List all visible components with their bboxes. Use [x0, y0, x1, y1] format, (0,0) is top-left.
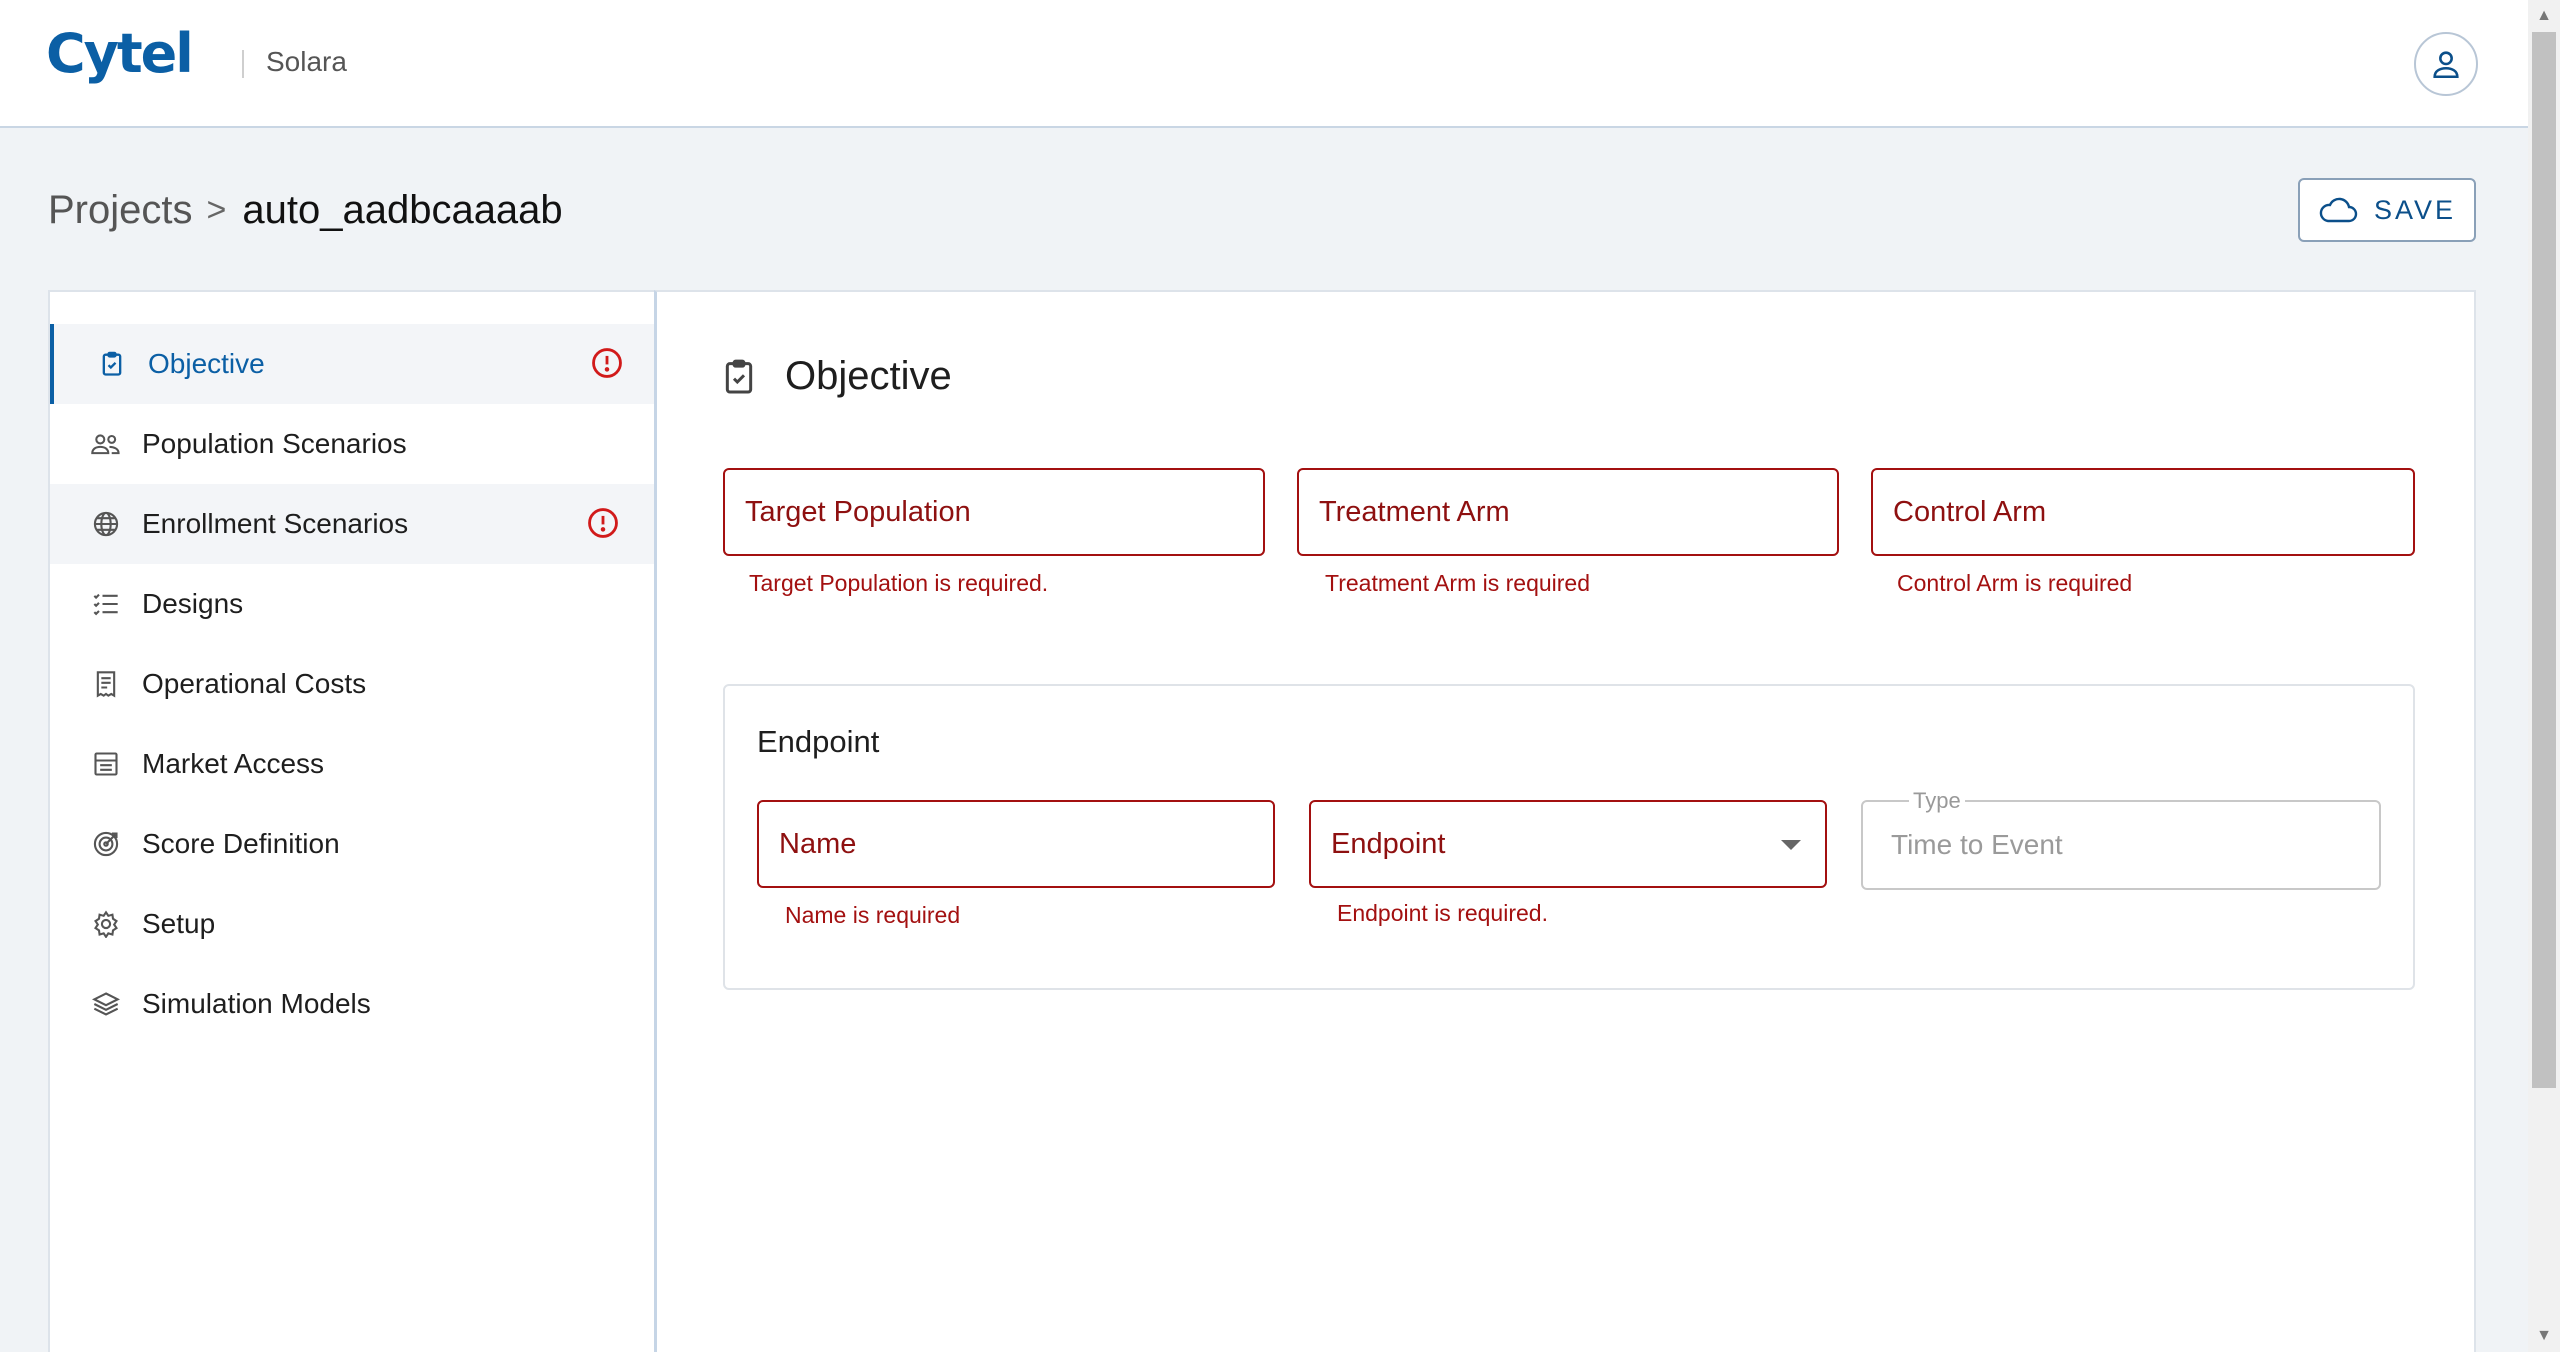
sidebar-item-designs[interactable]: Designs: [50, 564, 654, 644]
sidebar-item-score-definition[interactable]: Score Definition: [50, 804, 654, 884]
page-title-text: Objective: [785, 354, 952, 398]
sidebar-item-market-access[interactable]: Market Access: [50, 724, 654, 804]
sidebar-item-objective[interactable]: Objective: [50, 324, 654, 404]
target-population-placeholder: Target Population: [745, 495, 971, 528]
sidebar-item-label: Objective: [148, 348, 265, 379]
sidebar-nav: Objective Population Scenarios Enrollmen…: [50, 324, 654, 1044]
sidebar-item-setup[interactable]: Setup: [50, 884, 654, 964]
clipboard-check-icon: [94, 346, 130, 382]
sidebar-item-label: Simulation Models: [142, 988, 371, 1019]
breadcrumb-current-project: auto_aadbcaaaab: [242, 188, 563, 232]
error-alert-icon: [586, 506, 622, 542]
endpoint-card: Endpoint Name Name is required Endpoint …: [723, 684, 2415, 990]
globe-icon: [88, 506, 124, 542]
clipboard-check-icon: [725, 359, 753, 393]
endpoint-name-error: Name is required: [785, 902, 961, 928]
sidebar: Objective Population Scenarios Enrollmen…: [48, 290, 656, 1352]
layers-icon: [88, 986, 124, 1022]
dropdown-arrow-icon: [1781, 840, 1801, 850]
control-arm-error: Control Arm is required: [1897, 570, 2133, 596]
endpoint-select-placeholder: Endpoint: [1331, 827, 1446, 860]
control-arm-placeholder: Control Arm: [1893, 495, 2047, 528]
target-population-input[interactable]: Target Population: [723, 468, 1265, 556]
sidebar-item-simulation-models[interactable]: Simulation Models: [50, 964, 654, 1044]
breadcrumb-projects-link[interactable]: Projects: [48, 188, 193, 233]
top-bar: Cytel Solara: [0, 0, 2528, 128]
endpoint-select[interactable]: Endpoint: [1309, 800, 1827, 888]
users-icon: [88, 426, 124, 462]
page-scrollbar[interactable]: ▲ ▼: [2528, 0, 2560, 1352]
user-icon: [2433, 51, 2459, 79]
endpoint-heading: Endpoint: [757, 724, 880, 759]
target-icon: [88, 826, 124, 862]
save-button[interactable]: SAVE: [2298, 178, 2476, 242]
sidebar-item-label: Score Definition: [142, 828, 340, 859]
treatment-arm-placeholder: Treatment Arm: [1319, 495, 1510, 528]
cytel-logo[interactable]: Cytel: [46, 22, 194, 85]
sidebar-item-label: Setup: [142, 908, 216, 939]
gear-icon: [88, 906, 124, 942]
treatment-arm-input[interactable]: Treatment Arm: [1297, 468, 1839, 556]
app-name: Solara: [266, 46, 347, 77]
chevron-right-icon: >: [206, 191, 227, 229]
user-avatar-button[interactable]: [2414, 32, 2478, 96]
sidebar-item-operational-costs[interactable]: Operational Costs: [50, 644, 654, 724]
breadcrumb: Projects > auto_aadbcaaaab: [48, 188, 563, 233]
main-content: Objective Target Population Target Popul…: [654, 290, 2476, 1352]
save-button-label: SAVE: [2373, 194, 2457, 225]
treatment-arm-error: Treatment Arm is required: [1325, 570, 1591, 596]
endpoint-type-value: Time to Event: [1891, 829, 2063, 860]
endpoint-select-error: Endpoint is required.: [1337, 900, 1548, 926]
error-alert-icon: [590, 346, 626, 382]
endpoint-type-label: Type: [1909, 788, 1965, 814]
receipt-icon: [88, 666, 124, 702]
page-title: Objective: [719, 354, 952, 399]
cloud-icon: [2319, 197, 2358, 223]
sidebar-item-label: Population Scenarios: [142, 428, 407, 459]
control-arm-input[interactable]: Control Arm: [1871, 468, 2415, 556]
checklist-icon: [88, 586, 124, 622]
sidebar-item-label: Enrollment Scenarios: [142, 508, 409, 539]
endpoint-name-placeholder: Name: [779, 827, 857, 860]
scroll-up-arrow-icon[interactable]: ▲: [2528, 0, 2560, 32]
endpoint-type-field: Type Time to Event: [1861, 788, 2381, 890]
scroll-thumb[interactable]: [2532, 32, 2556, 1088]
sidebar-item-population-scenarios[interactable]: Population Scenarios: [50, 404, 654, 484]
scroll-down-arrow-icon[interactable]: ▼: [2528, 1320, 2560, 1352]
header-divider: [242, 50, 244, 78]
sidebar-item-label: Designs: [142, 588, 244, 619]
sidebar-item-label: Operational Costs: [142, 668, 367, 699]
target-population-error: Target Population is required.: [749, 570, 1049, 596]
storefront-icon: [88, 746, 124, 782]
sidebar-item-label: Market Access: [142, 748, 325, 779]
sidebar-item-enrollment-scenarios[interactable]: Enrollment Scenarios: [50, 484, 654, 564]
endpoint-name-input[interactable]: Name: [757, 800, 1275, 888]
